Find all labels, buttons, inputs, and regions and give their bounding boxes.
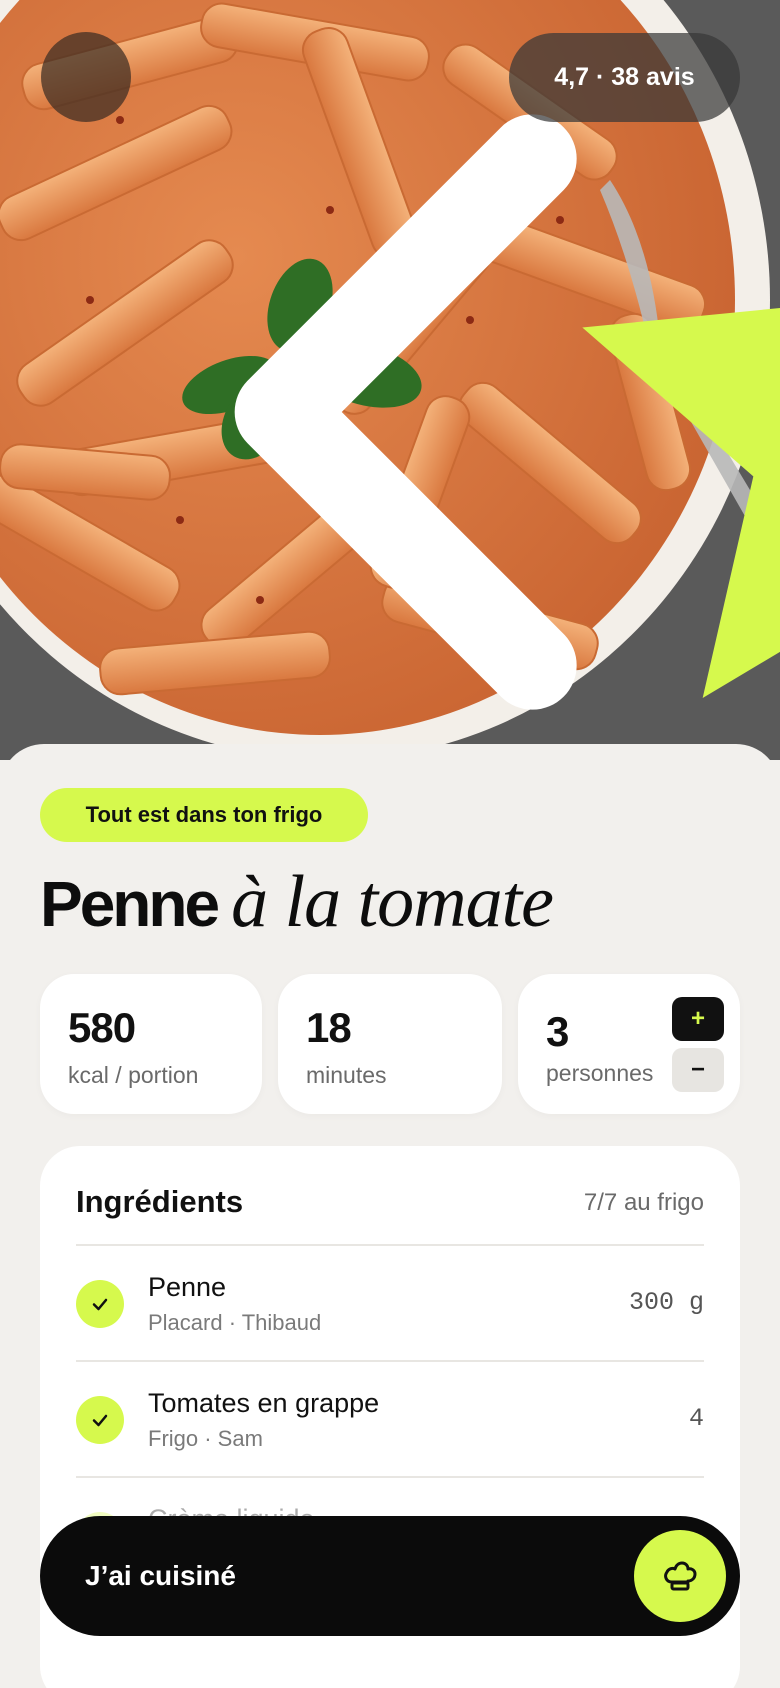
- ingredient-name: Penne: [148, 1272, 227, 1302]
- recipe-title: Penne à la tomate: [40, 860, 554, 950]
- ingredient-location: Placard · Thibaud: [148, 1310, 322, 1335]
- ingredients-count: 7/7 au frigo: [583, 1189, 704, 1216]
- ingredient-location: Frigo · Sam: [148, 1426, 263, 1451]
- ingredient-quantity: 4: [688, 1404, 704, 1433]
- ingredient-quantity: 300 g: [628, 1288, 704, 1317]
- ingredient-name: Tomates en grappe: [148, 1388, 380, 1418]
- calories-value: 580: [68, 1004, 136, 1051]
- ingredient-row[interactable]: Penne Placard · Thibaud 300 g: [76, 1246, 704, 1362]
- servings-increase-button[interactable]: +: [672, 997, 724, 1041]
- time-card: 18 minutes: [278, 974, 502, 1114]
- cooked-button[interactable]: J’ai cuisiné: [40, 1516, 740, 1636]
- servings-card: 3 personnes + −: [518, 974, 740, 1114]
- ingredients-title: Ingrédients: [76, 1184, 244, 1219]
- recipe-title-italic: à la tomate: [231, 861, 554, 943]
- rating-badge[interactable]: 4,7 · 38 avis: [509, 33, 780, 698]
- calories-card: 580 kcal / portion: [40, 974, 262, 1114]
- star-icon: [582, 308, 780, 698]
- check-icon: [76, 1280, 124, 1328]
- servings-value: 3: [546, 1008, 569, 1055]
- recipe-hero-image: 4,7 · 38 avis: [0, 0, 780, 760]
- ingredient-row[interactable]: Tomates en grappe Frigo · Sam 4: [76, 1362, 704, 1478]
- chef-hat-button[interactable]: [634, 1530, 726, 1622]
- time-label: minutes: [306, 1062, 387, 1088]
- fridge-status-tag: Tout est dans ton frigo: [40, 788, 368, 842]
- recipe-title-main: Penne: [40, 868, 220, 940]
- servings-decrease-button[interactable]: −: [672, 1048, 724, 1092]
- cooked-button-label: J’ai cuisiné: [85, 1560, 236, 1591]
- time-value: 18: [306, 1004, 352, 1051]
- chef-hat-icon: [664, 1561, 697, 1591]
- calories-label: kcal / portion: [68, 1062, 199, 1088]
- back-button[interactable]: [41, 32, 577, 710]
- servings-label: personnes: [546, 1060, 654, 1086]
- check-icon: [76, 1396, 124, 1444]
